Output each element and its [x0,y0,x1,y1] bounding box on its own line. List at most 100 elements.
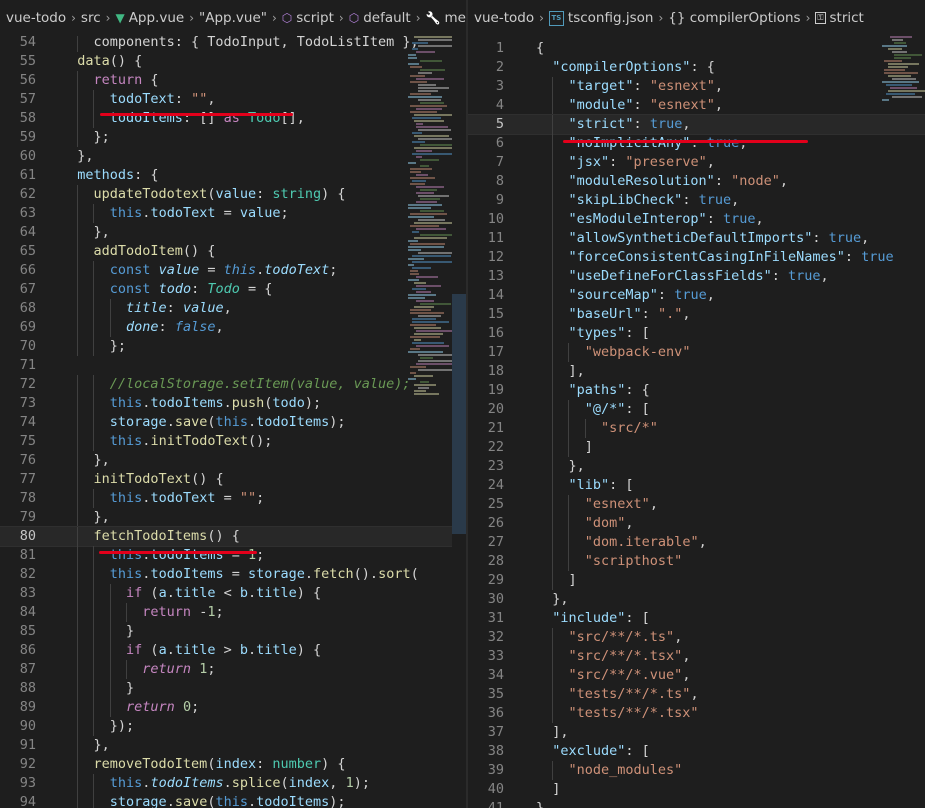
left-editor-pane[interactable]: vue-todo › src › ▼ App.vue › "App.vue" › ⬡ script ›… [0,0,466,808]
code-line[interactable]: 22 ] [468,438,925,457]
code-line[interactable]: 1{ [468,39,925,58]
breadcrumb-item[interactable]: ▼ App.vue [115,10,184,26]
line-number: 88 [19,680,36,696]
code-line[interactable]: 65 addTodoItem() { [0,242,466,261]
code-line[interactable]: 26 "dom", [468,514,925,533]
code-line[interactable]: 41} [468,799,925,808]
code-line[interactable]: 19 "paths": { [468,381,925,400]
code-line[interactable]: 71 [0,356,466,375]
code-line[interactable]: 86 if (a.title > b.title) { [0,641,466,660]
code-line[interactable]: 14 "sourceMap": true, [468,286,925,305]
vertical-scrollbar[interactable] [452,36,466,808]
code-line[interactable]: 75 this.initTodoText(); [0,432,466,451]
code-line[interactable]: 20 "@/*": [ [468,400,925,419]
code-line[interactable]: 27 "dom.iterable", [468,533,925,552]
breadcrumb-item[interactable]: vue-todo [474,10,534,26]
right-editor-pane[interactable]: vue-todo › TS tsconfig.json › {} compilerOpti… [468,0,925,808]
code-line[interactable]: 69 done: false, [0,318,466,337]
code-line[interactable]: 74 storage.save(this.todoItems); [0,413,466,432]
code-line[interactable]: 93 this.todoItems.splice(index, 1); [0,774,466,793]
code-area[interactable]: 54 components: { TodoInput, TodoListItem… [0,33,466,808]
code-line[interactable]: 62 updateTodotext(value: string) { [0,185,466,204]
code-line[interactable]: 7 "jsx": "preserve", [468,153,925,172]
code-line[interactable]: 11 "allowSyntheticDefaultImports": true, [468,229,925,248]
minimap[interactable] [882,36,925,416]
code-line[interactable]: 79 }, [0,508,466,527]
code-line[interactable]: 12 "forceConsistentCasingInFileNames": t… [468,248,925,267]
code-line[interactable]: 61 methods: { [0,166,466,185]
code-line[interactable]: 23 }, [468,457,925,476]
code-line[interactable]: 8 "moduleResolution": "node", [468,172,925,191]
code-line[interactable]: 85 } [0,622,466,641]
code-line[interactable]: 36 "tests/**/*.tsx" [468,704,925,723]
breadcrumb-item[interactable]: src [81,10,101,26]
breadcrumb-item[interactable]: vue-todo [6,10,66,26]
code-line[interactable]: 28 "scripthost" [468,552,925,571]
code-line[interactable]: 80 fetchTodoItems() { [0,526,466,547]
code-line[interactable]: 73 this.todoItems.push(todo); [0,394,466,413]
code-line[interactable]: 6 "noImplicitAny": true, [468,134,925,153]
code-line[interactable]: 88 } [0,679,466,698]
breadcrumb-item[interactable]: TS tsconfig.json [548,10,653,26]
breadcrumb-item[interactable]: ⬡ script [282,10,334,26]
code-line[interactable]: 78 this.todoText = ""; [0,489,466,508]
code-line[interactable]: 68 title: value, [0,299,466,318]
code-line[interactable]: 59 }; [0,128,466,147]
code-line[interactable]: 92 removeTodoItem(index: number) { [0,755,466,774]
code-line[interactable]: 82 this.todoItems = storage.fetch().sort… [0,565,466,584]
code-line[interactable]: 72 //localStorage.setItem(value, value); [0,375,466,394]
breadcrumb-item[interactable]: {} compilerOptions [668,10,800,26]
code-line[interactable]: 18 ], [468,362,925,381]
code-line[interactable]: 32 "src/**/*.ts", [468,628,925,647]
code-line[interactable]: 55 data() { [0,52,466,71]
minimap[interactable] [408,36,459,416]
code-line[interactable]: 94 storage.save(this.todoItems); [0,793,466,808]
code-line[interactable]: 57 todoText: "", [0,90,466,109]
code-line[interactable]: 24 "lib": [ [468,476,925,495]
code-line[interactable]: 90 }); [0,717,466,736]
code-line[interactable]: 3 "target": "esnext", [468,77,925,96]
code-line[interactable]: 34 "src/**/*.vue", [468,666,925,685]
code-line[interactable]: 60 }, [0,147,466,166]
code-line[interactable]: 10 "esModuleInterop": true, [468,210,925,229]
code-line[interactable]: 76 }, [0,451,466,470]
code-line[interactable]: 17 "webpack-env" [468,343,925,362]
code-line[interactable]: 63 this.todoText = value; [0,204,466,223]
code-line[interactable]: 81 this.todoItems = 1; [0,546,466,565]
code-line[interactable]: 21 "src/*" [468,419,925,438]
code-line[interactable]: 31 "include": [ [468,609,925,628]
code-line[interactable]: 16 "types": [ [468,324,925,343]
code-line[interactable]: 39 "node_modules" [468,761,925,780]
code-line[interactable]: 30 }, [468,590,925,609]
code-line[interactable]: 91 }, [0,736,466,755]
code-line[interactable]: 25 "esnext", [468,495,925,514]
code-area[interactable]: 1{2 "compilerOptions": {3 "target": "esn… [468,36,925,808]
code-line[interactable]: 83 if (a.title < b.title) { [0,584,466,603]
code-line[interactable]: 56 return { [0,71,466,90]
code-line[interactable]: 87 return 1; [0,660,466,679]
code-line[interactable]: 33 "src/**/*.tsx", [468,647,925,666]
code-line[interactable]: 77 initTodoText() { [0,470,466,489]
code-line[interactable]: 5 "strict": true, [468,114,925,135]
code-line[interactable]: 13 "useDefineForClassFields": true, [468,267,925,286]
code-line[interactable]: 66 const value = this.todoText; [0,261,466,280]
code-line[interactable]: 67 const todo: Todo = { [0,280,466,299]
breadcrumb-item[interactable]: "App.vue" [199,10,267,26]
code-line[interactable]: 64 }, [0,223,466,242]
breadcrumb-item[interactable]: 🔧methods [426,10,466,26]
code-line[interactable]: 89 return 0; [0,698,466,717]
code-line[interactable]: 15 "baseUrl": ".", [468,305,925,324]
code-line[interactable]: 35 "tests/**/*.ts", [468,685,925,704]
code-line[interactable]: 9 "skipLibCheck": true, [468,191,925,210]
code-line[interactable]: 2 "compilerOptions": { [468,58,925,77]
code-line[interactable]: 37 ], [468,723,925,742]
code-line[interactable]: 38 "exclude": [ [468,742,925,761]
code-line[interactable]: 84 return -1; [0,603,466,622]
code-line[interactable]: 29 ] [468,571,925,590]
breadcrumb-item[interactable]: ⚿ strict [815,10,864,26]
breadcrumb-item[interactable]: ⬡ default [349,10,411,26]
code-line[interactable]: 40 ] [468,780,925,799]
code-line[interactable]: 4 "module": "esnext", [468,96,925,115]
code-line[interactable]: 70 }; [0,337,466,356]
code-line[interactable]: 58 todoItems: [] as Todo[], [0,109,466,128]
